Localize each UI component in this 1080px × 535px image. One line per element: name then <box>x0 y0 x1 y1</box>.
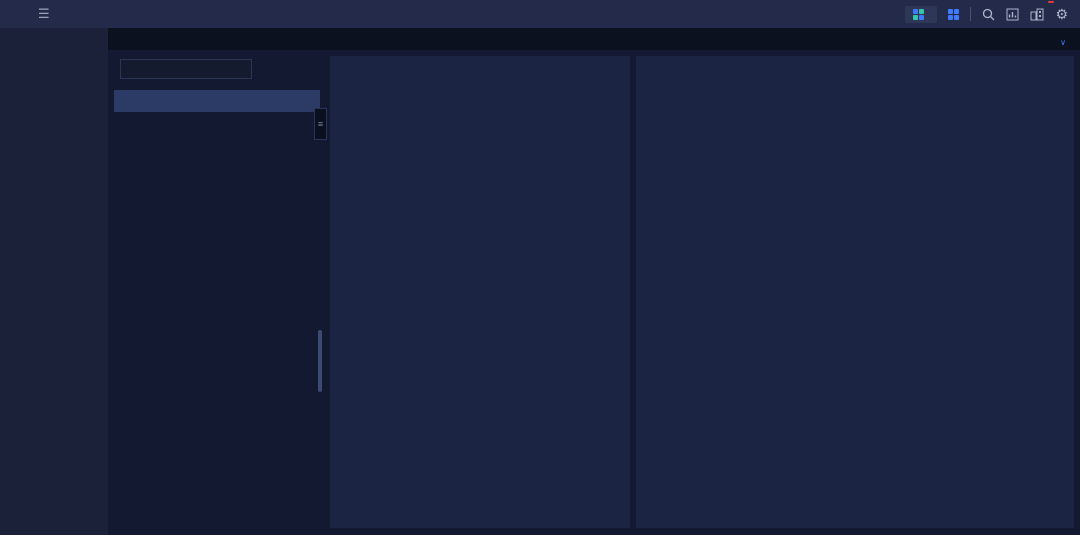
workspace-switcher[interactable] <box>905 6 937 23</box>
device-search-row <box>114 58 326 80</box>
org-alerts-icon[interactable] <box>1030 8 1044 21</box>
tree-scrollbar[interactable] <box>318 330 322 392</box>
tab-bar: ∨ <box>108 28 1080 50</box>
more-actions-button[interactable]: ∨ <box>1056 38 1066 50</box>
panel-collapse-handle[interactable]: ≡ <box>314 108 327 140</box>
report-chart-icon[interactable] <box>1006 8 1019 21</box>
device-name-input[interactable] <box>120 59 252 79</box>
divider <box>970 7 971 21</box>
topbar-actions: ⚙ <box>905 6 1068 23</box>
device-tree <box>114 90 320 112</box>
device-panel: ≡ <box>114 58 326 530</box>
trend-line-chart <box>636 352 1074 530</box>
main-content: ≡ <box>108 50 1080 535</box>
sidebar-nav <box>0 28 109 535</box>
apps-menu-icon[interactable] <box>948 9 959 20</box>
unbalance-panel <box>636 56 1074 528</box>
tree-header <box>114 90 320 112</box>
notification-badge <box>1048 1 1054 3</box>
phase-panel <box>330 56 630 528</box>
settings-gear-icon[interactable]: ⚙ <box>1055 6 1068 23</box>
apps-grid-icon <box>913 9 924 20</box>
hamburger-menu-icon[interactable]: ☰ <box>38 6 50 22</box>
search-icon[interactable] <box>982 8 995 21</box>
chevron-down-icon: ∨ <box>1060 38 1066 47</box>
phase-polar-chart <box>330 102 630 294</box>
top-header-bar: ☰ ⚙ <box>0 0 1080 28</box>
